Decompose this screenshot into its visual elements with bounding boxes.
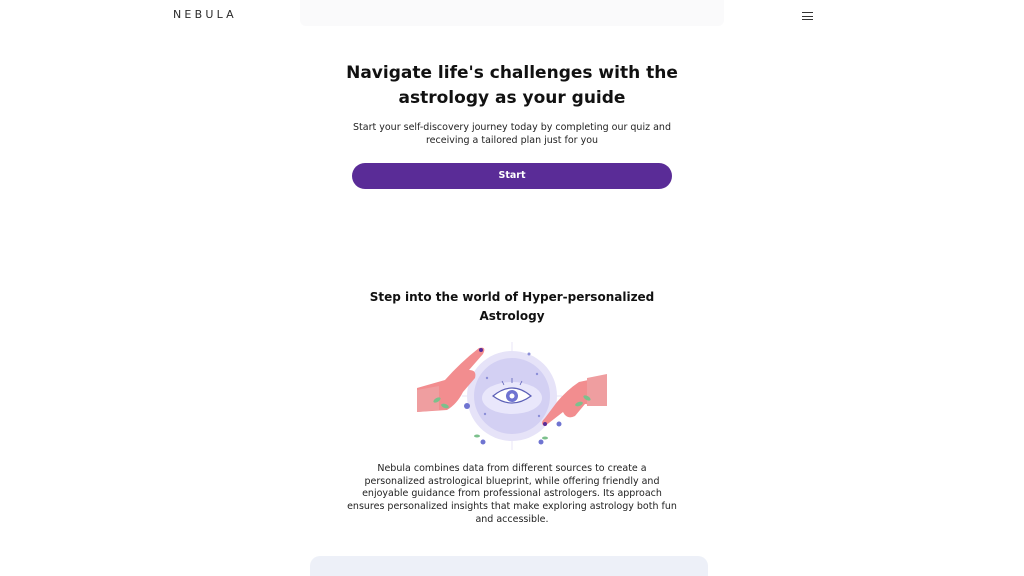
bottom-card <box>310 556 708 576</box>
header-center-bar <box>300 0 724 26</box>
section-title: Step into the world of Hyper-personalize… <box>369 290 655 323</box>
nebula-logo[interactable]: NEBULA <box>173 8 237 21</box>
page: NEBULA Navigate life's challenges with t… <box>0 0 1024 576</box>
menu-line <box>802 15 813 17</box>
left-nail <box>479 348 483 352</box>
start-button[interactable]: Start <box>352 163 672 189</box>
section-description: Nebula combines data from different sour… <box>347 463 677 525</box>
right-nail <box>543 422 547 426</box>
hands-crystal-ball-illustration <box>417 342 607 450</box>
right-sleeve <box>587 374 607 406</box>
menu-line <box>802 19 813 21</box>
menu-line <box>802 12 813 14</box>
hamburger-menu-icon[interactable] <box>801 10 815 22</box>
hero-subtitle: Start your self-discovery journey today … <box>353 122 671 146</box>
hero-title: Navigate life's challenges with the astr… <box>346 63 678 108</box>
